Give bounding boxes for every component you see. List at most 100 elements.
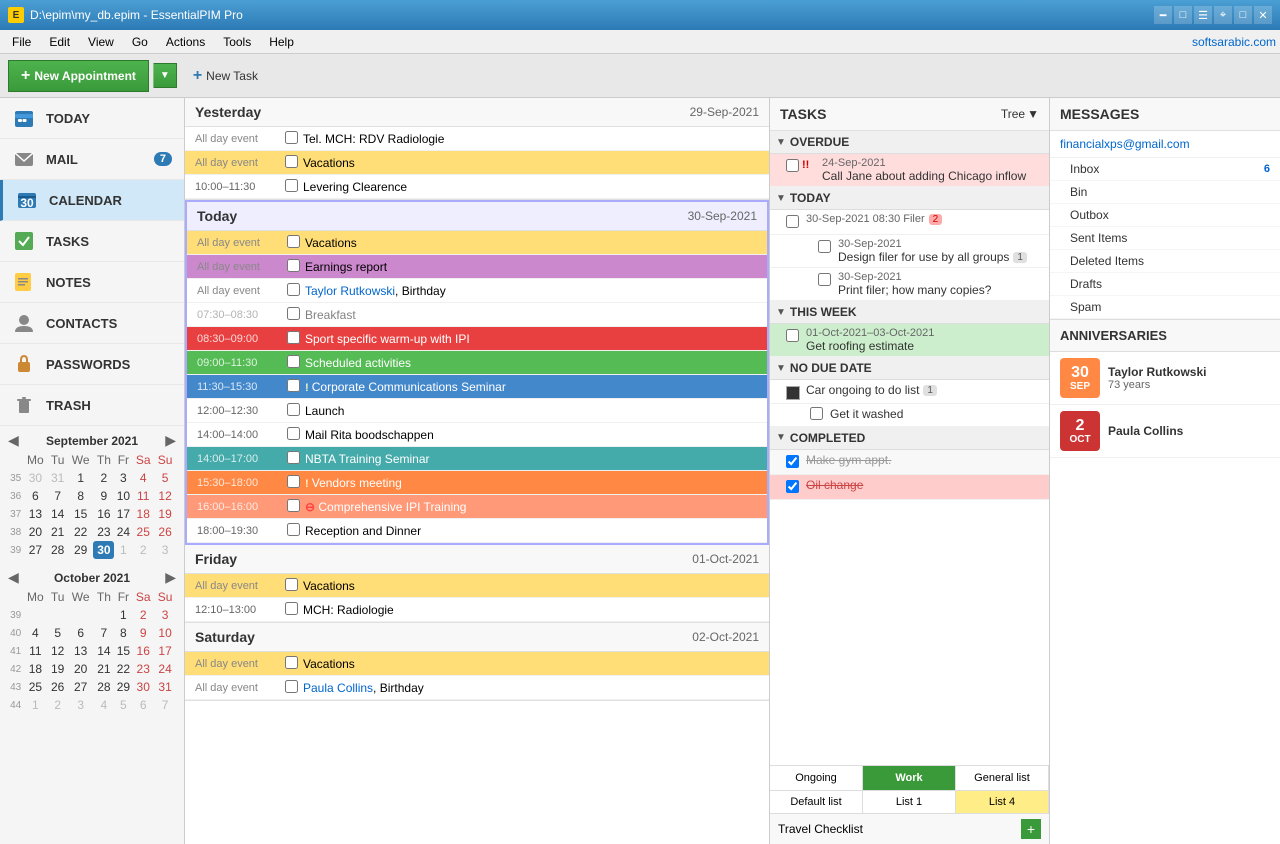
calendar-day[interactable]: 11 <box>132 487 154 505</box>
event-checkbox[interactable] <box>285 680 298 693</box>
event-checkbox-col[interactable] <box>285 602 303 618</box>
calendar-day[interactable]: 8 <box>114 624 132 642</box>
messages-item-bin[interactable]: Bin <box>1050 181 1280 204</box>
event-checkbox-col[interactable] <box>285 155 303 171</box>
calendar-day[interactable]: 25 <box>23 678 47 696</box>
task-checkbox[interactable] <box>786 159 799 172</box>
sidebar-item-trash[interactable]: TRASH <box>0 385 184 426</box>
task-sub-check-nodue[interactable] <box>810 407 826 423</box>
calendar-day[interactable]: 13 <box>68 642 93 660</box>
task-group-overdue[interactable]: ▼ OVERDUE <box>770 131 1049 154</box>
calendar-day[interactable]: 10 <box>114 487 132 505</box>
calendar-day[interactable]: 15 <box>114 642 132 660</box>
task-checkbox[interactable] <box>786 215 799 228</box>
calendar-day[interactable]: 13 <box>23 505 47 523</box>
pin-button[interactable]: ⌖ <box>1214 6 1232 24</box>
calendar-day[interactable]: 29 <box>68 541 93 559</box>
calendar-day[interactable]: 29 <box>114 678 132 696</box>
calendar-day[interactable]: 12 <box>47 642 68 660</box>
event-checkbox[interactable] <box>287 259 300 272</box>
calendar-day[interactable]: 22 <box>68 523 93 541</box>
event-checkbox[interactable] <box>285 656 298 669</box>
calendar-day[interactable]: 30 <box>93 541 114 559</box>
event-checkbox-col[interactable] <box>287 235 305 251</box>
calendar-day[interactable]: 4 <box>132 469 154 487</box>
calendar-day[interactable]: 2 <box>132 541 154 559</box>
task-group-thisweek[interactable]: ▼ THIS WEEK <box>770 301 1049 324</box>
calendar-day[interactable]: 1 <box>114 541 132 559</box>
messages-item-sentitems[interactable]: Sent Items <box>1050 227 1280 250</box>
website-link[interactable]: softsarabic.com <box>1192 35 1276 49</box>
event-checkbox[interactable] <box>285 131 298 144</box>
mini-cal-oct-next[interactable]: ▶ <box>165 569 176 586</box>
event-checkbox[interactable] <box>287 331 300 344</box>
sidebar-item-tasks[interactable]: TASKS <box>0 221 184 262</box>
calendar-day[interactable]: 16 <box>93 505 114 523</box>
calendar-day[interactable]: 2 <box>47 696 68 714</box>
task-sub-check[interactable] <box>818 240 834 256</box>
tasks-tab-ongoing[interactable]: Ongoing <box>770 766 863 791</box>
sidebar-item-today[interactable]: TODAY <box>0 98 184 139</box>
tasks-tab-generallist[interactable]: General list <box>956 766 1049 791</box>
calendar-day[interactable]: 5 <box>47 624 68 642</box>
tree-button[interactable]: Tree ▼ <box>1001 107 1039 121</box>
menu-go[interactable]: Go <box>124 33 156 51</box>
task-group-completed[interactable]: ▼ COMPLETED <box>770 427 1049 450</box>
calendar-day[interactable]: 28 <box>93 678 114 696</box>
calendar-day[interactable]: 14 <box>47 505 68 523</box>
add-checklist-button[interactable]: + <box>1021 819 1041 839</box>
restore-button[interactable]: □ <box>1174 6 1192 24</box>
calendar-day[interactable]: 30 <box>132 678 154 696</box>
calendar-day[interactable]: 3 <box>154 606 176 624</box>
calendar-day[interactable]: 25 <box>132 523 154 541</box>
calendar-day[interactable]: 7 <box>154 696 176 714</box>
calendar-day[interactable]: 1 <box>23 696 47 714</box>
calendar-day[interactable]: 21 <box>93 660 114 678</box>
calendar-day[interactable]: 10 <box>154 624 176 642</box>
messages-item-drafts[interactable]: Drafts <box>1050 273 1280 296</box>
event-checkbox-col[interactable] <box>287 283 305 299</box>
tasks-tab-list4[interactable]: List 4 <box>956 791 1049 813</box>
task-check[interactable] <box>786 159 802 175</box>
event-link[interactable]: Paula Collins <box>303 681 373 695</box>
task-checkbox[interactable] <box>810 407 823 420</box>
calendar-day[interactable]: 6 <box>132 696 154 714</box>
mini-cal-sep-next[interactable]: ▶ <box>165 432 176 449</box>
tasks-tab-list1[interactable]: List 1 <box>863 791 956 813</box>
calendar-day[interactable]: 9 <box>132 624 154 642</box>
messages-item-deleteditems[interactable]: Deleted Items <box>1050 250 1280 273</box>
event-checkbox-col[interactable] <box>285 179 303 195</box>
calendar-day[interactable]: 26 <box>154 523 176 541</box>
task-checkbox[interactable] <box>818 240 831 253</box>
event-checkbox[interactable] <box>287 523 300 536</box>
calendar-day[interactable]: 21 <box>47 523 68 541</box>
calendar-day[interactable]: 16 <box>132 642 154 660</box>
calendar-day[interactable]: 4 <box>93 696 114 714</box>
calendar-day[interactable]: 24 <box>114 523 132 541</box>
calendar-day[interactable]: 17 <box>154 642 176 660</box>
event-checkbox[interactable] <box>287 403 300 416</box>
maximize-button[interactable]: □ <box>1234 6 1252 24</box>
calendar-day[interactable]: 26 <box>47 678 68 696</box>
calendar-day[interactable]: 3 <box>114 469 132 487</box>
event-checkbox[interactable] <box>287 307 300 320</box>
event-checkbox[interactable] <box>287 499 300 512</box>
tasks-tab-defaultlist[interactable]: Default list <box>770 791 863 813</box>
messages-item-outbox[interactable]: Outbox <box>1050 204 1280 227</box>
event-checkbox-col[interactable] <box>285 680 303 696</box>
menu-actions[interactable]: Actions <box>158 33 213 51</box>
event-checkbox[interactable] <box>285 602 298 615</box>
menu-edit[interactable]: Edit <box>41 33 78 51</box>
event-checkbox-col[interactable] <box>287 307 305 323</box>
event-checkbox[interactable] <box>287 355 300 368</box>
calendar-day[interactable]: 31 <box>154 678 176 696</box>
calendar-day[interactable]: 18 <box>132 505 154 523</box>
menu-tools[interactable]: Tools <box>215 33 259 51</box>
event-checkbox-col[interactable] <box>287 331 305 347</box>
calendar-day[interactable]: 23 <box>132 660 154 678</box>
task-checkbox[interactable] <box>786 480 799 493</box>
calendar-day[interactable]: 22 <box>114 660 132 678</box>
menu-button[interactable]: ☰ <box>1194 6 1212 24</box>
calendar-day[interactable]: 28 <box>47 541 68 559</box>
event-checkbox-col[interactable] <box>285 656 303 672</box>
